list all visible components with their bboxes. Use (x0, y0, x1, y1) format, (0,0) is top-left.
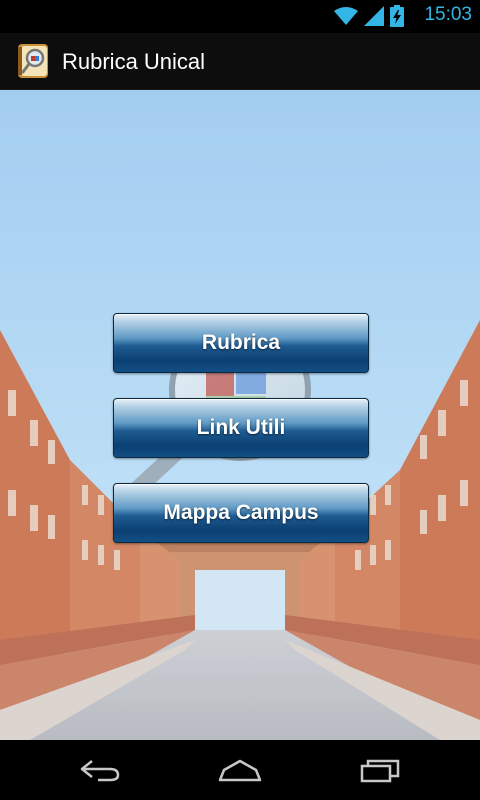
status-bar: 15:03 (0, 0, 480, 33)
status-time: 15:03 (424, 4, 472, 25)
mappa-campus-button[interactable]: Mappa Campus (113, 483, 369, 543)
navigation-bar (0, 740, 480, 800)
rubrica-button[interactable]: Rubrica (113, 313, 369, 373)
screen: 15:03 Rubrica Unical Rubrica Link Utili … (0, 0, 480, 800)
status-icons (334, 5, 404, 32)
signal-icon (364, 6, 384, 31)
home-icon[interactable] (200, 752, 280, 788)
wifi-icon (334, 6, 358, 31)
recent-apps-icon[interactable] (340, 752, 420, 788)
back-icon[interactable] (60, 752, 140, 788)
battery-charging-icon (390, 5, 404, 32)
app-magnifier-book-icon[interactable] (16, 43, 52, 79)
link-utili-button[interactable]: Link Utili (113, 398, 369, 458)
content-area: Rubrica Link Utili Mappa Campus (0, 90, 480, 740)
app-title: Rubrica Unical (62, 49, 206, 74)
action-bar: Rubrica Unical (0, 33, 480, 91)
